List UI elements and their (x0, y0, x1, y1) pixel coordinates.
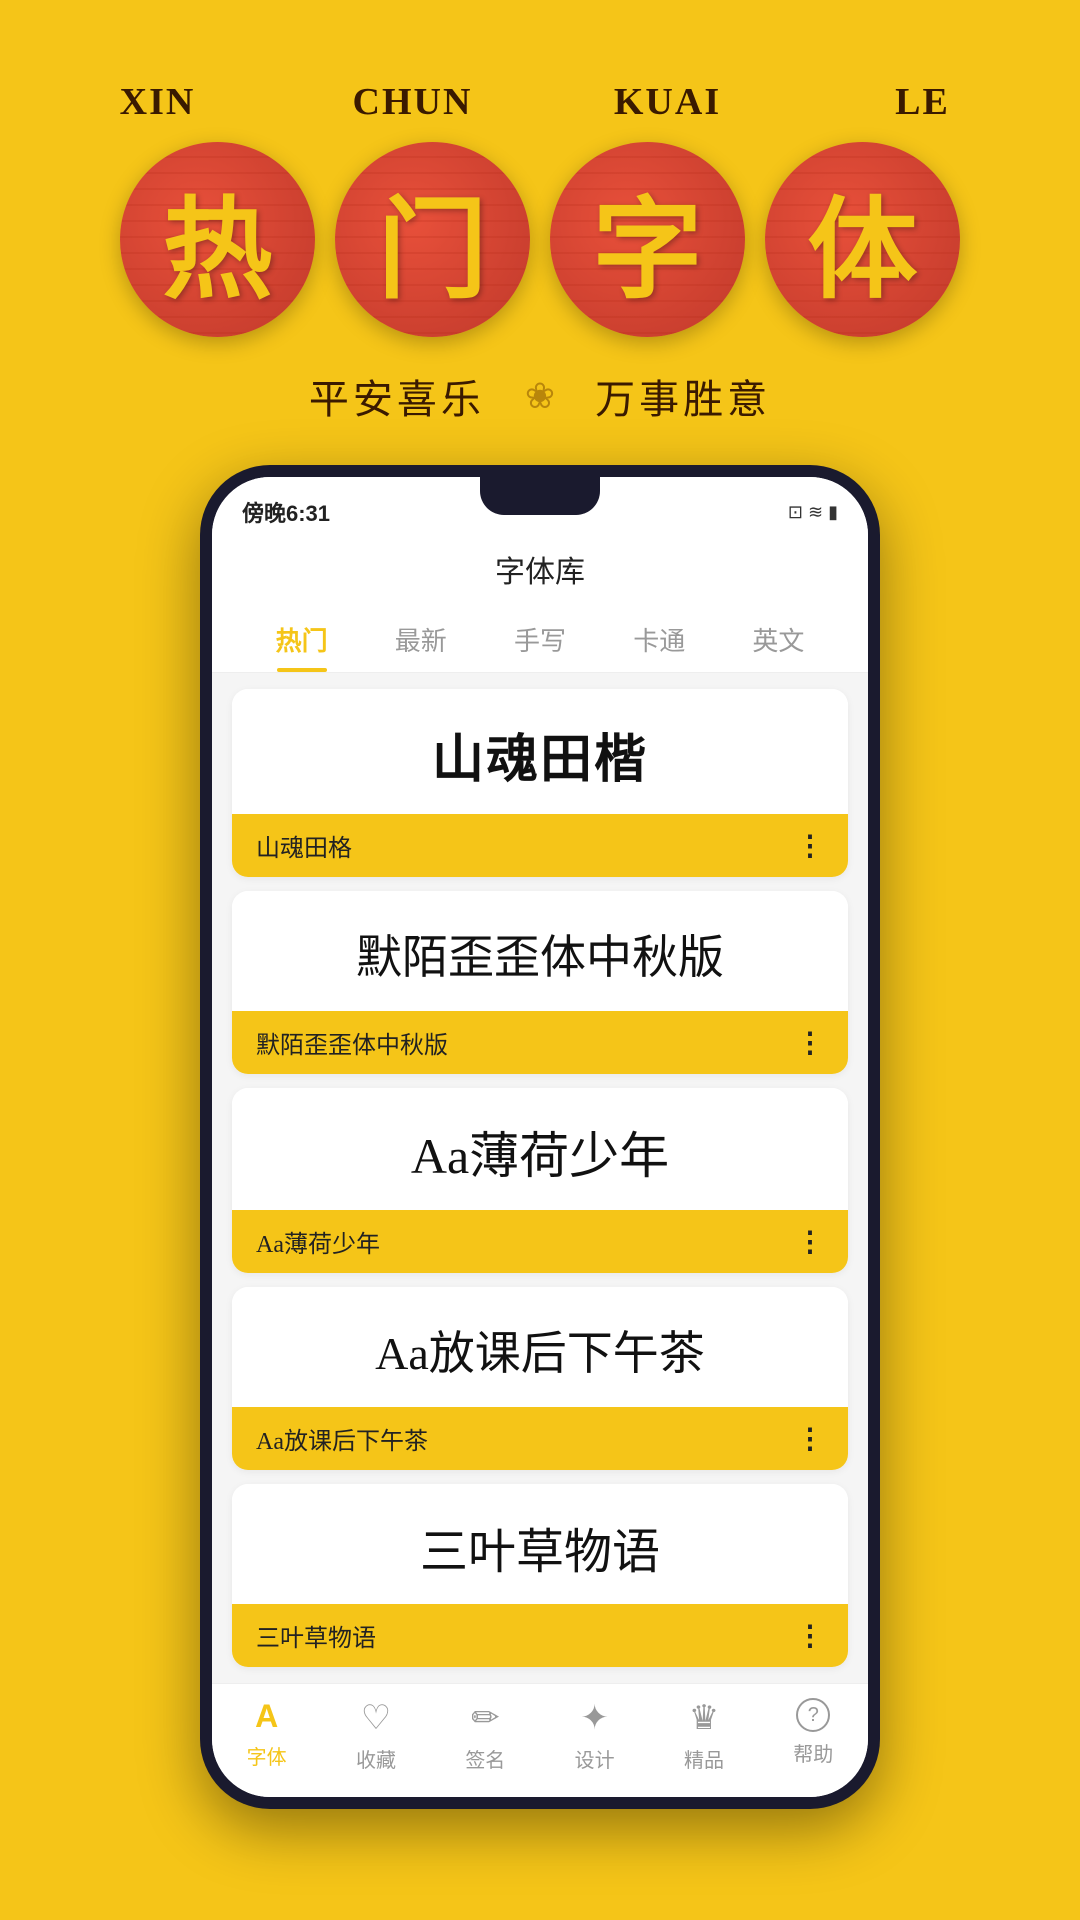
premium-nav-icon: ♛ (689, 1698, 719, 1738)
favorites-nav-icon: ♡ (361, 1698, 391, 1738)
battery-signal-icon: ⊡ ≋ ▮ (788, 502, 838, 523)
circle-men: 门 (335, 142, 530, 337)
nav-label-design: 设计 (575, 1744, 615, 1773)
nav-item-help[interactable]: ? 帮助 (759, 1698, 868, 1773)
nav-item-premium[interactable]: ♛ 精品 (649, 1698, 758, 1773)
pinyin-row: XIN CHUN KUAI LE (60, 80, 1020, 124)
font-list: 山魂田楷 山魂田格 ⋮ 默陌歪歪体中秋版 默陌歪歪体中秋版 ⋮ (212, 673, 868, 1683)
font-preview-4: Aa放课后下午茶 (232, 1287, 848, 1407)
bottom-nav: A 字体 ♡ 收藏 ✏ 签名 ✦ 设计 ♛ 精品 (212, 1683, 868, 1797)
font-preview-text-1: 山魂田楷 (432, 717, 648, 792)
tabs-row: 热门 最新 手写 卡通 英文 (212, 607, 868, 673)
font-more-btn-4[interactable]: ⋮ (796, 1425, 824, 1453)
subtitle-right: 万事胜意 (595, 367, 771, 425)
pinyin-xin: XIN (60, 80, 255, 124)
tab-cartoon[interactable]: 卡通 (600, 607, 719, 672)
status-time: 傍晚6:31 (242, 496, 330, 528)
lotus-icon: ❀ (525, 375, 555, 417)
font-name-1: 山魂田格 (256, 828, 352, 863)
font-card-4[interactable]: Aa放课后下午茶 Aa放课后下午茶 ⋮ (232, 1287, 848, 1470)
font-card-3[interactable]: Aa薄荷少年 Aa薄荷少年 ⋮ (232, 1088, 848, 1273)
subtitle-left: 平安喜乐 (309, 367, 485, 425)
font-footer-2: 默陌歪歪体中秋版 ⋮ (232, 1011, 848, 1074)
font-card-1[interactable]: 山魂田楷 山魂田格 ⋮ (232, 689, 848, 877)
font-more-btn-2[interactable]: ⋮ (796, 1029, 824, 1057)
font-more-btn-3[interactable]: ⋮ (796, 1228, 824, 1256)
nav-item-favorites[interactable]: ♡ 收藏 (321, 1698, 430, 1773)
design-nav-icon: ✦ (580, 1698, 609, 1738)
subtitle-row: 平安喜乐 ❀ 万事胜意 (309, 367, 771, 425)
font-footer-1: 山魂田格 ⋮ (232, 814, 848, 877)
font-preview-text-2: 默陌歪歪体中秋版 (356, 921, 724, 987)
phone-outer: 傍晚6:31 ⊡ ≋ ▮ 字体库 热门 最新 手写 卡通 英文 (200, 465, 880, 1809)
font-preview-3: Aa薄荷少年 (232, 1088, 848, 1210)
font-preview-5: 三叶草物语 (232, 1484, 848, 1604)
font-preview-text-4: Aa放课后下午茶 (375, 1317, 705, 1383)
font-footer-5: 三叶草物语 ⋮ (232, 1604, 848, 1667)
font-name-5: 三叶草物语 (256, 1618, 376, 1653)
signature-nav-icon: ✏ (471, 1698, 500, 1738)
tab-handwriting[interactable]: 手写 (480, 607, 599, 672)
nav-label-font: 字体 (247, 1741, 287, 1770)
font-name-4: Aa放课后下午茶 (256, 1421, 428, 1456)
help-nav-icon: ? (796, 1698, 830, 1732)
nav-label-premium: 精品 (684, 1744, 724, 1773)
font-card-2[interactable]: 默陌歪歪体中秋版 默陌歪歪体中秋版 ⋮ (232, 891, 848, 1074)
circle-zi: 字 (550, 142, 745, 337)
font-name-3: Aa薄荷少年 (256, 1224, 380, 1259)
nav-label-favorites: 收藏 (356, 1744, 396, 1773)
font-preview-2: 默陌歪歪体中秋版 (232, 891, 848, 1011)
pinyin-kuai: KUAI (570, 80, 765, 124)
font-nav-icon: A (255, 1698, 278, 1735)
tab-english[interactable]: 英文 (719, 607, 838, 672)
font-preview-text-5: 三叶草物语 (420, 1512, 660, 1582)
font-footer-3: Aa薄荷少年 ⋮ (232, 1210, 848, 1273)
font-preview-text-3: Aa薄荷少年 (411, 1116, 669, 1188)
tab-hot[interactable]: 热门 (242, 607, 361, 672)
phone-wrapper: 傍晚6:31 ⊡ ≋ ▮ 字体库 热门 最新 手写 卡通 英文 (0, 465, 1080, 1869)
phone-screen: 傍晚6:31 ⊡ ≋ ▮ 字体库 热门 最新 手写 卡通 英文 (212, 477, 868, 1797)
status-bar: 傍晚6:31 ⊡ ≋ ▮ (212, 477, 868, 537)
char-re: 热 (163, 160, 273, 320)
circle-ti: 体 (765, 142, 960, 337)
font-more-btn-1[interactable]: ⋮ (796, 832, 824, 860)
circles-row: 热 门 字 体 (120, 142, 960, 337)
top-section: XIN CHUN KUAI LE 热 门 字 体 平安喜乐 ❀ 万事胜意 (0, 0, 1080, 465)
pinyin-le: LE (825, 80, 1020, 124)
font-footer-4: Aa放课后下午茶 ⋮ (232, 1407, 848, 1470)
nav-item-font[interactable]: A 字体 (212, 1698, 321, 1773)
app-header: 字体库 (212, 537, 868, 607)
circle-re: 热 (120, 142, 315, 337)
char-men: 门 (378, 160, 488, 320)
font-card-5[interactable]: 三叶草物语 三叶草物语 ⋮ (232, 1484, 848, 1667)
nav-item-signature[interactable]: ✏ 签名 (431, 1698, 540, 1773)
status-icons: ⊡ ≋ ▮ (788, 502, 838, 523)
tab-newest[interactable]: 最新 (361, 607, 480, 672)
nav-item-design[interactable]: ✦ 设计 (540, 1698, 649, 1773)
font-name-2: 默陌歪歪体中秋版 (256, 1025, 448, 1060)
nav-label-signature: 签名 (465, 1744, 505, 1773)
notch (480, 477, 600, 515)
font-preview-1: 山魂田楷 (232, 689, 848, 814)
font-more-btn-5[interactable]: ⋮ (796, 1622, 824, 1650)
nav-label-help: 帮助 (793, 1738, 833, 1767)
char-ti: 体 (808, 160, 918, 320)
char-zi: 字 (593, 160, 703, 320)
pinyin-chun: CHUN (315, 80, 510, 124)
